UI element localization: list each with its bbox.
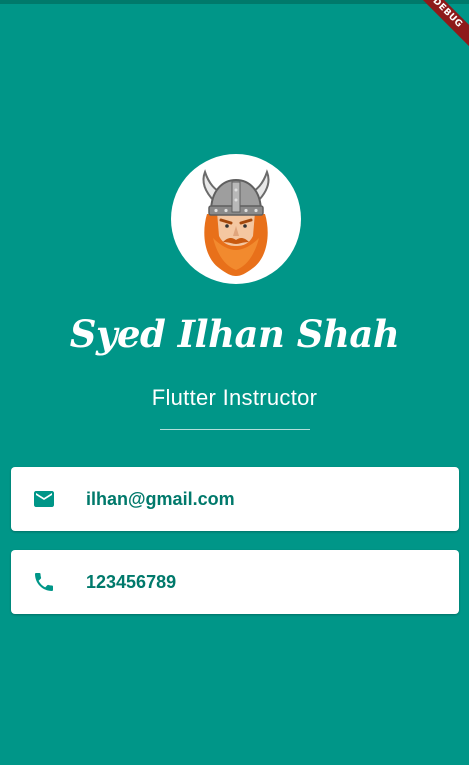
avatar xyxy=(171,154,301,284)
phone-icon xyxy=(31,570,57,594)
email-card[interactable]: ilhan@gmail.com xyxy=(11,467,459,531)
phone-card[interactable]: 123456789 xyxy=(11,550,459,614)
viking-avatar-icon xyxy=(202,169,270,276)
email-text: ilhan@gmail.com xyxy=(86,489,235,509)
debug-banner: DEBUG xyxy=(409,0,469,60)
profile-name: Syed Ilhan Shah xyxy=(69,312,400,356)
divider xyxy=(160,429,310,430)
mail-icon xyxy=(31,487,57,511)
debug-banner-label: DEBUG xyxy=(409,0,469,55)
status-bar xyxy=(0,0,469,4)
phone-text: 123456789 xyxy=(86,572,177,592)
profile-title: Flutter Instructor xyxy=(151,385,318,410)
